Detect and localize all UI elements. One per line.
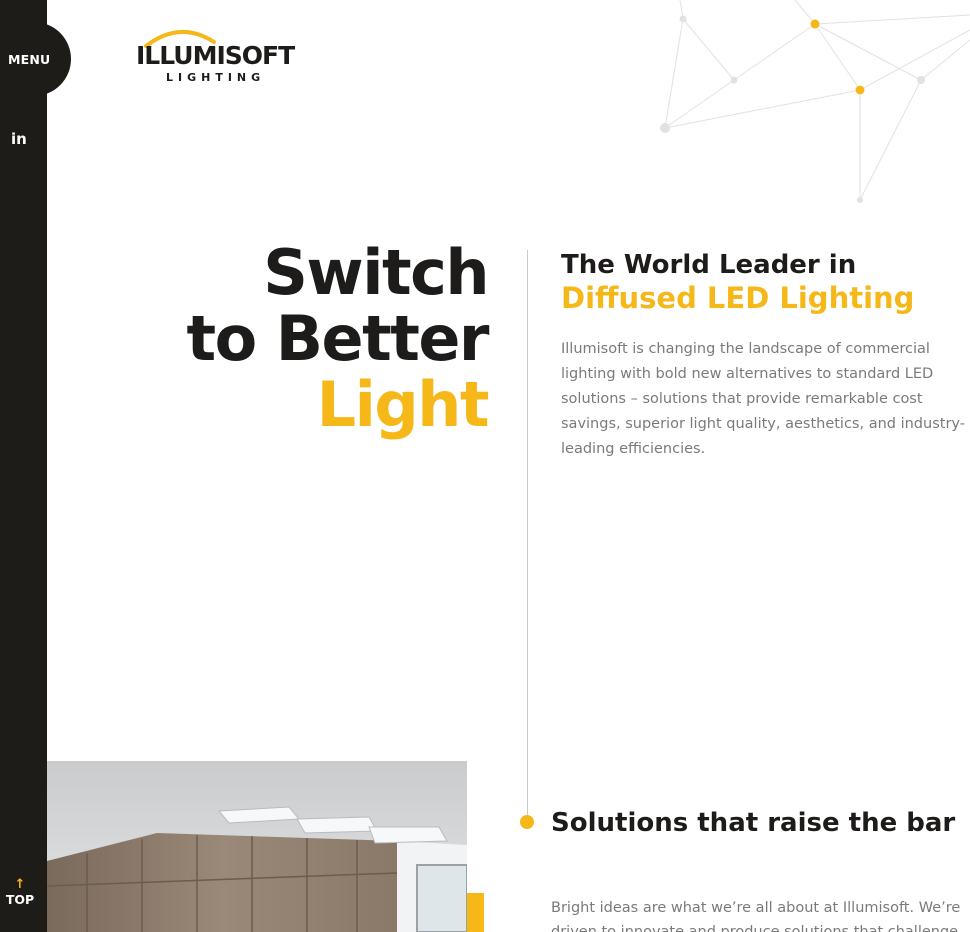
menu-button[interactable]: MENU	[0, 22, 71, 96]
vertical-divider	[527, 250, 528, 822]
logo-wordmark: ILLUMISOFT	[136, 41, 295, 70]
accent-bar	[467, 893, 484, 932]
headline-line-3: Light	[316, 368, 490, 441]
logo[interactable]: ILLUMISOFT LIGHTING	[136, 26, 296, 88]
top-label: TOP	[5, 892, 35, 907]
section-body: Bright ideas are what we’re all about at…	[551, 900, 961, 932]
headline-line-2: to Better	[186, 302, 489, 375]
section-title: Solutions that raise the bar	[551, 808, 956, 838]
hero-subheading: The World Leader in	[561, 250, 857, 280]
headline-line-1: Switch	[263, 236, 489, 309]
hero-subheading-accent: Diffused LED Lighting	[561, 281, 915, 315]
back-to-top-button[interactable]: ↑ TOP	[0, 878, 40, 908]
arrow-up-icon: ↑	[14, 877, 26, 892]
logo-tagline: LIGHTING	[166, 71, 266, 84]
interior-photo	[47, 761, 467, 932]
network-decoration	[660, 0, 970, 203]
hero-headline: Switch to Better Light	[186, 236, 490, 441]
hero-intro-paragraph: Illumisoft is changing the landscape of …	[561, 341, 965, 457]
divider-dot	[520, 815, 534, 829]
interior-photo-illustration	[47, 761, 467, 932]
linkedin-icon[interactable]: in	[11, 130, 29, 148]
menu-label: MENU	[8, 51, 51, 67]
linkedin-label: in	[11, 130, 27, 148]
